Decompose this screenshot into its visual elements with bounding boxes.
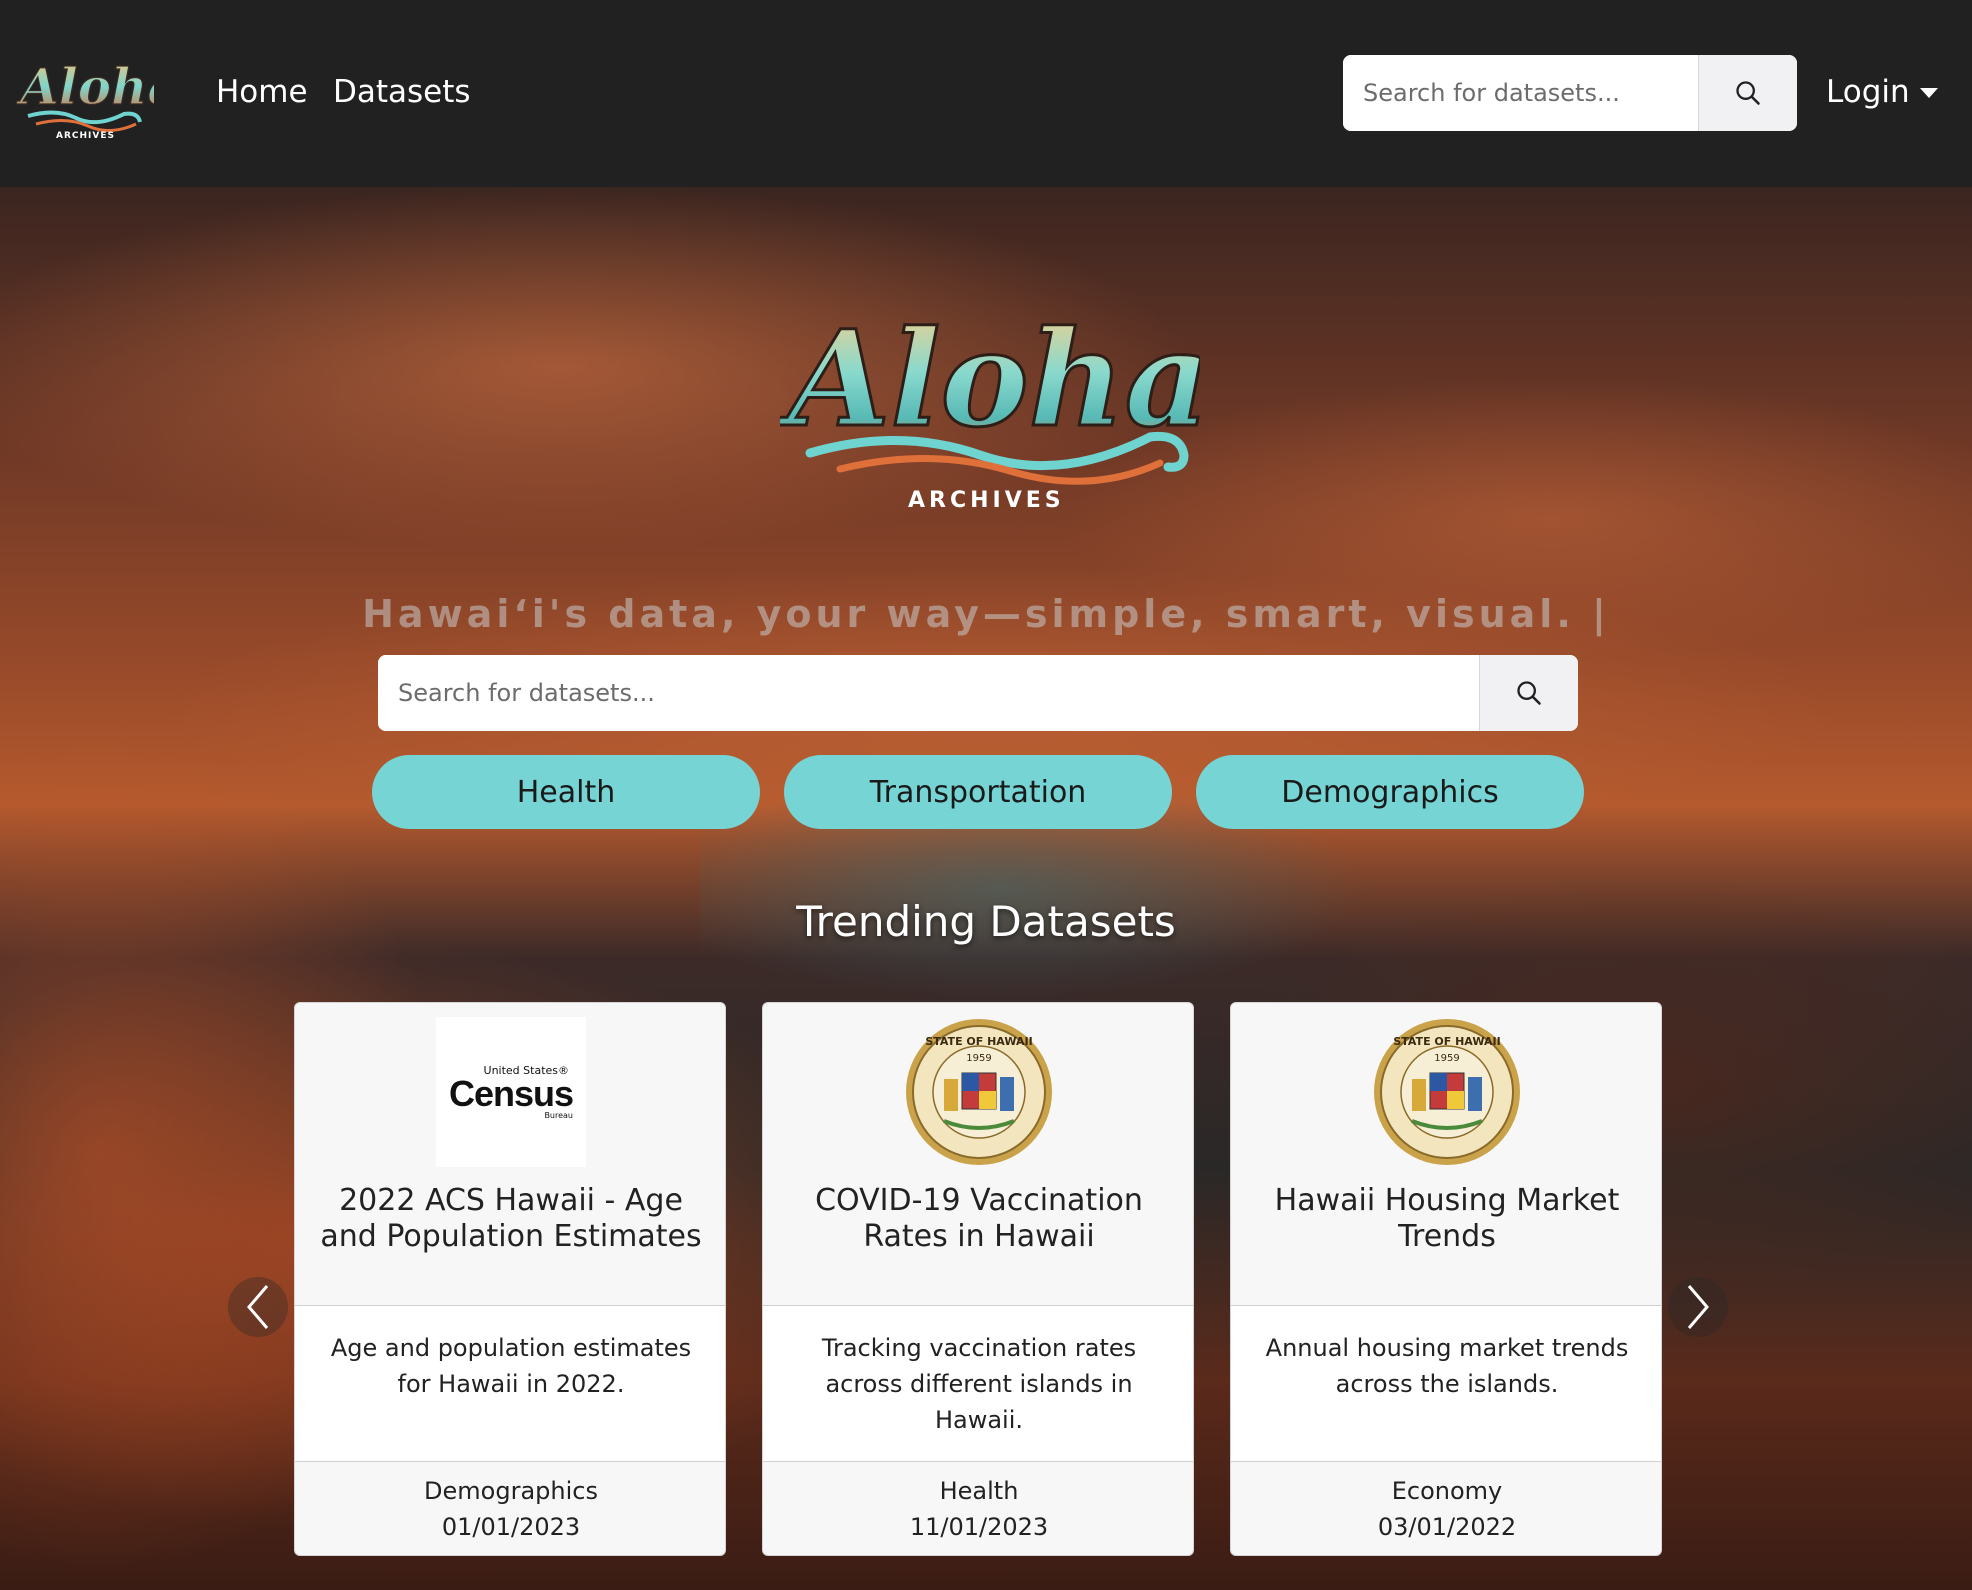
dataset-card[interactable]: United States® Census Bureau 2022 ACS Ha… [294,1002,726,1556]
chevron-right-icon [1687,1285,1709,1329]
search-icon [1517,681,1541,705]
hero-section: Aloha ARCHIVES Hawaiʻi's data, your way—… [0,187,1972,1590]
state-seal-icon: STATE OF HAWAII 1959 [906,1019,1052,1165]
svg-text:ARCHIVES: ARCHIVES [908,488,1065,513]
census-logo: United States® Census Bureau [436,1017,586,1167]
category-health-button[interactable]: Health [372,755,760,829]
carousel-next-button[interactable] [1668,1277,1728,1337]
dataset-card-description: Annual housing market trends across the … [1265,1334,1629,1398]
login-dropdown[interactable]: Login [1826,72,1938,112]
dataset-card-description: Tracking vaccination rates across differ… [821,1334,1137,1434]
caret-down-icon [1919,88,1938,98]
dataset-card-date: 03/01/2022 [1377,1513,1517,1541]
svg-text:Aloha: Aloha [780,302,1200,457]
dataset-card-category: Demographics [424,1477,598,1505]
dataset-card-body: Annual housing market trends across the … [1231,1305,1661,1462]
census-logo-main-text: Census [448,1072,574,1114]
dataset-card-body: Tracking vaccination rates across differ… [763,1305,1193,1462]
hawaii-state-seal: STATE OF HAWAII 1959 [904,1017,1054,1167]
dataset-card-title[interactable]: COVID-19 Vaccination Rates in Hawaii [783,1183,1175,1255]
seal-year: 1959 [966,1053,991,1064]
hero-aloha-archives-logo: Aloha ARCHIVES [780,301,1200,514]
carousel-prev-button[interactable] [228,1277,288,1337]
seal-year: 1959 [1434,1053,1459,1064]
search-icon [1736,81,1760,105]
hero-tagline: Hawaiʻi's data, your way—simple, smart, … [362,592,1610,636]
svg-text:ARCHIVES: ARCHIVES [56,131,115,141]
dataset-card-footer: Economy 03/01/2022 [1231,1473,1661,1545]
dataset-card-footer: Health 11/01/2023 [763,1473,1193,1545]
top-navbar: Aloha ARCHIVES Home Datasets Login [0,0,1972,187]
dataset-card[interactable]: STATE OF HAWAII 1959 COVID-19 Vaccinatio… [762,1002,1194,1556]
hawaii-state-seal: STATE OF HAWAII 1959 [1372,1017,1522,1167]
hero-search-button[interactable] [1479,655,1578,731]
seal-text: STATE OF HAWAII [925,1035,1032,1048]
seal-text: STATE OF HAWAII [1393,1035,1500,1048]
dataset-card-title[interactable]: Hawaii Housing Market Trends [1251,1183,1643,1255]
dataset-card-date: 01/01/2023 [441,1513,581,1541]
chevron-left-icon [247,1285,269,1329]
nav-home-link[interactable]: Home [216,72,308,112]
dataset-card-title[interactable]: 2022 ACS Hawaii - Age and Population Est… [315,1183,707,1255]
trending-datasets-heading: Trending Datasets [796,897,1176,946]
state-seal-icon: STATE OF HAWAII 1959 [1374,1019,1520,1165]
category-transportation-button[interactable]: Transportation [784,755,1172,829]
hero-search-input[interactable] [378,655,1479,731]
nav-datasets-link[interactable]: Datasets [333,72,471,112]
category-demographics-button[interactable]: Demographics [1196,755,1584,829]
dataset-card-category: Economy [1391,1477,1503,1505]
aloha-archives-logo[interactable]: Aloha ARCHIVES [16,42,154,142]
dataset-card-footer: Demographics 01/01/2023 [295,1473,725,1545]
hero-search-bar [378,655,1578,731]
dataset-card-body: Age and population estimates for Hawaii … [295,1305,725,1462]
dataset-card[interactable]: STATE OF HAWAII 1959 Hawaii Housing Mark… [1230,1002,1662,1556]
nav-search-bar [1343,55,1797,131]
dataset-card-category: Health [939,1477,1019,1505]
dataset-card-date: 11/01/2023 [909,1513,1049,1541]
dataset-card-description: Age and population estimates for Hawaii … [330,1334,692,1398]
login-label: Login [1826,74,1910,110]
nav-search-input[interactable] [1343,55,1698,131]
nav-search-button[interactable] [1698,55,1797,131]
svg-text:Aloha: Aloha [16,57,154,116]
